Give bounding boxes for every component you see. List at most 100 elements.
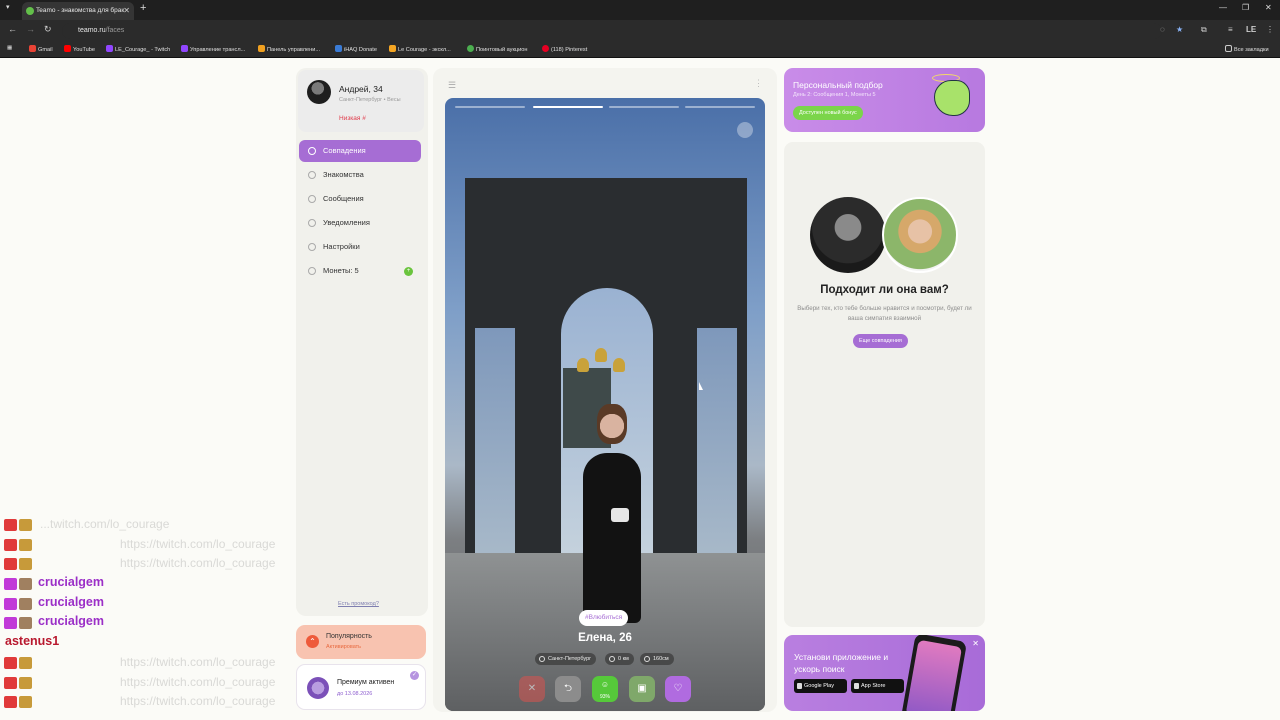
chat-message: https://twitch.com/lo_courage <box>0 554 360 574</box>
mouse-cursor <box>699 382 703 390</box>
badge-icon <box>19 696 32 709</box>
browser-tab[interactable]: Teamo - знакомства для брак ✕ <box>22 2 134 20</box>
sidebar-item-coins[interactable]: Монеты: 5 + <box>299 260 421 282</box>
badge-icon <box>19 578 32 591</box>
avatar[interactable] <box>307 80 331 104</box>
badge-icon <box>4 597 17 610</box>
gift-icon: ▣ <box>637 683 647 694</box>
forward-icon[interactable]: → <box>26 24 35 34</box>
extensions-icon[interactable]: ⧉ <box>1201 25 1207 35</box>
reload-icon[interactable]: ↻ <box>44 24 52 35</box>
bookmark-twitch[interactable]: LE_Courage_ - Twitch <box>106 45 170 53</box>
personal-selection-banner[interactable]: Персональный подбор День 2: Сообщения 1,… <box>784 68 985 132</box>
profile-location: Санкт-Петербург • Весы <box>339 97 401 103</box>
install-app-banner[interactable]: Установи приложение и ускорь поиск Googl… <box>784 635 985 711</box>
new-tab-icon[interactable]: + <box>140 2 146 14</box>
profile-name: Андрей, 34 <box>339 84 383 94</box>
bookmark-pinterest[interactable]: (118) Pinterest <box>542 45 587 53</box>
phone-mockup <box>900 635 968 711</box>
avatar <box>882 197 958 273</box>
smile-icon: ☺ <box>600 680 610 689</box>
undo-button[interactable]: ⮌ <box>555 676 581 702</box>
apps-grid-icon[interactable]: ▦ <box>7 45 12 51</box>
tab-close-icon[interactable]: ✕ <box>123 2 130 20</box>
bonus-button[interactable]: Доступен новый бонус <box>793 106 863 120</box>
sidebar-item-messages[interactable]: Сообщения <box>299 188 421 210</box>
badge-icon <box>4 676 17 689</box>
match-question-subtitle: Выбери тех, кто тебе больше нравится и п… <box>797 305 972 322</box>
bookmark-auction[interactable]: Поинтовый аукцион <box>467 45 527 53</box>
super-like-button[interactable]: ▣ <box>629 676 655 702</box>
interest-tag[interactable]: #Влюбиться <box>579 610 629 626</box>
address-bar-row: ← → ↻ teamo.ru/faces ◌ ★ ⧉ ≡ LE ⋮ <box>0 20 1280 42</box>
banner-title: Персональный подбор <box>793 80 883 90</box>
badge-icon <box>4 558 17 571</box>
chat-message: https://twitch.com/lo_courage <box>0 673 360 693</box>
arch-side-opening <box>475 328 515 558</box>
bookmarks-bar: ▦ Gmail YouTube LE_Courage_ - Twitch Упр… <box>0 42 1280 58</box>
profile-card[interactable]: Андрей, 34 Санкт-Петербург • Весы Низкая… <box>298 70 424 132</box>
sidebar-item-settings[interactable]: Настройки <box>299 236 421 258</box>
sidebar-item-notifications[interactable]: Уведомления <box>299 212 421 234</box>
url-path: /faces <box>105 27 125 34</box>
match-suggestion-panel <box>784 142 985 627</box>
app-store-button[interactable]: App Store <box>851 679 904 693</box>
bookmark-donate[interactable]: iHAQ Donate <box>335 45 377 53</box>
media-icon[interactable]: ≡ <box>1228 25 1233 34</box>
dislike-button[interactable]: ✕ <box>519 676 545 702</box>
report-icon[interactable] <box>737 122 753 138</box>
close-icon[interactable]: ✕ <box>972 639 979 648</box>
photo-progress-4 <box>685 106 755 108</box>
close-window-icon[interactable]: ✕ <box>1265 3 1272 12</box>
matches-icon <box>308 147 316 155</box>
restore-icon[interactable]: ❐ <box>1242 3 1249 12</box>
bookmark-stream-manager[interactable]: Управление трансл... <box>181 45 245 53</box>
all-bookmarks[interactable]: Все закладки <box>1225 45 1269 53</box>
bookmark-le-courage[interactable]: Le Courage - экскл... <box>389 45 451 53</box>
gear-icon <box>308 243 316 251</box>
browser-menu-icon[interactable]: ⋮ <box>1266 25 1274 34</box>
bookmark-star-icon[interactable]: ★ <box>1176 25 1183 34</box>
person-body <box>583 453 641 623</box>
mascot-icon <box>934 80 970 116</box>
like-button[interactable]: ♡ <box>665 676 691 702</box>
sidebar-item-dating[interactable]: Знакомства <box>299 164 421 186</box>
bookmark-youtube[interactable]: YouTube <box>64 45 95 53</box>
chat-message: https://twitch.com/lo_courage <box>0 535 360 555</box>
compatibility-button[interactable]: ☺ 93% <box>592 676 618 702</box>
badge-icon <box>4 538 17 551</box>
dome <box>595 348 607 362</box>
minimize-icon[interactable]: — <box>1219 3 1227 12</box>
chat-message: crucialgem <box>0 574 360 594</box>
google-play-button[interactable]: Google Play <box>794 679 847 693</box>
badge-icon <box>4 656 17 669</box>
candidate-name: Елена, 26 <box>578 632 632 644</box>
teamo-favicon-icon <box>26 7 34 15</box>
add-coins-icon[interactable]: + <box>404 267 413 276</box>
app-banner-title: Установи приложение и ускорь поиск <box>794 652 889 674</box>
arch-side-opening <box>697 328 737 558</box>
sidebar-item-matches[interactable]: Совпадения <box>299 140 421 162</box>
chip-height: 160см <box>640 653 674 665</box>
bookmark-gmail[interactable]: Gmail <box>29 45 53 53</box>
more-matches-button[interactable]: Еще совпадения <box>853 334 908 348</box>
back-icon[interactable]: ← <box>8 24 17 34</box>
filter-icon[interactable]: ☰ <box>448 80 456 91</box>
messages-icon <box>308 195 316 203</box>
camera <box>611 508 629 522</box>
more-options-icon[interactable]: ⋮ <box>754 78 763 89</box>
badge-icon <box>19 676 32 689</box>
heart-icon: ♡ <box>673 683 683 694</box>
url-field[interactable]: teamo.ru/faces <box>62 23 1162 39</box>
badge-icon <box>4 578 17 591</box>
eye-off-icon[interactable]: ◌ <box>1160 25 1165 34</box>
dome <box>577 358 589 372</box>
tab-list-icon[interactable]: ▾ <box>6 3 10 11</box>
undo-icon: ⮌ <box>563 683 572 694</box>
height-icon <box>644 656 650 662</box>
profile-button[interactable]: LE <box>1246 25 1256 34</box>
bookmark-panel[interactable]: Панель управлени... <box>258 45 320 53</box>
badge-icon <box>19 597 32 610</box>
bell-icon <box>308 219 316 227</box>
badge-icon <box>19 617 32 630</box>
